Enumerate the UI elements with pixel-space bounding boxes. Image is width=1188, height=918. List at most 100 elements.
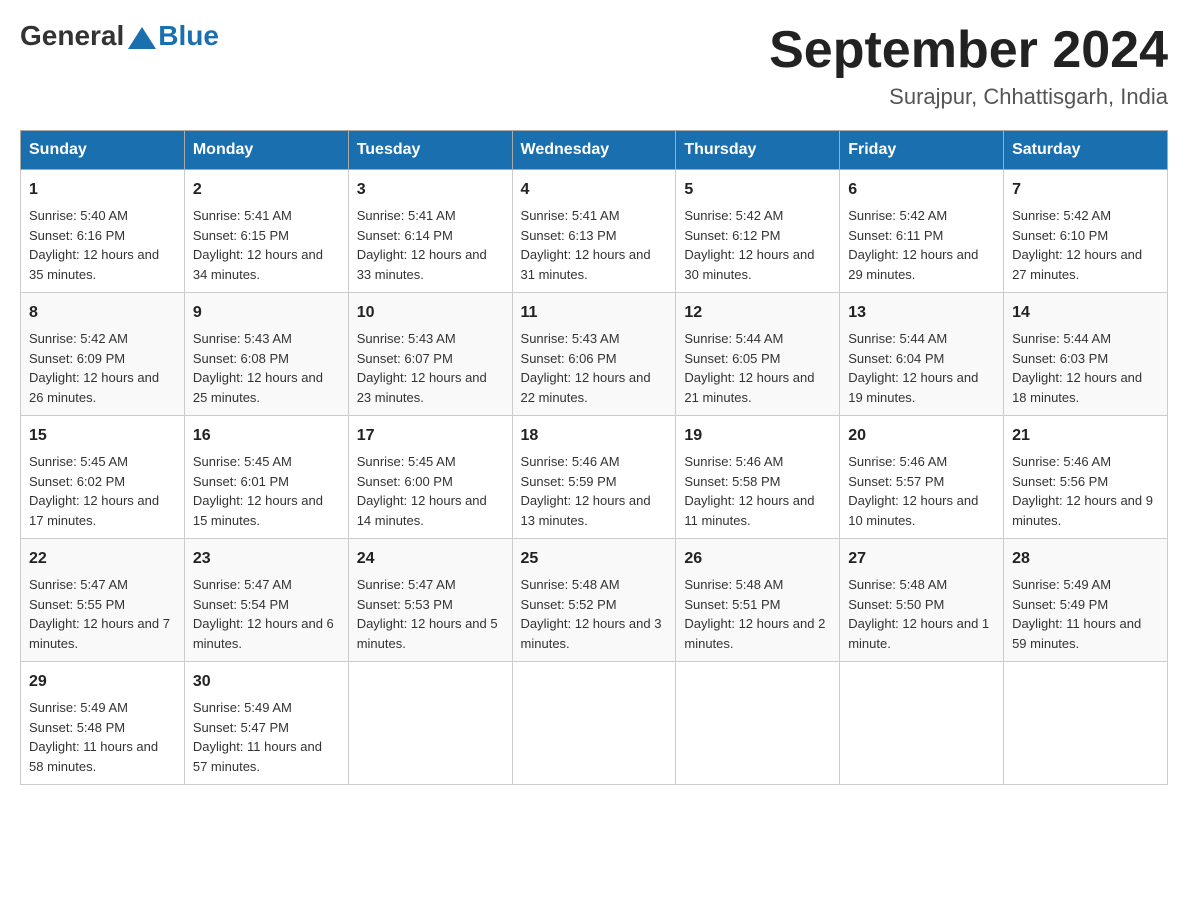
cell-sunrise: Sunrise: 5:45 AM bbox=[357, 454, 456, 469]
cell-daylight: Daylight: 11 hours and 59 minutes. bbox=[1012, 616, 1141, 651]
cell-sunrise: Sunrise: 5:42 AM bbox=[29, 331, 128, 346]
day-number: 8 bbox=[29, 301, 176, 325]
day-number: 25 bbox=[521, 547, 668, 571]
cell-daylight: Daylight: 12 hours and 11 minutes. bbox=[684, 493, 814, 528]
calendar-cell: 21 Sunrise: 5:46 AM Sunset: 5:56 PM Dayl… bbox=[1004, 416, 1168, 539]
calendar-cell: 20 Sunrise: 5:46 AM Sunset: 5:57 PM Dayl… bbox=[840, 416, 1004, 539]
cell-daylight: Daylight: 11 hours and 58 minutes. bbox=[29, 739, 158, 774]
cell-sunset: Sunset: 5:59 PM bbox=[521, 474, 617, 489]
cell-sunset: Sunset: 6:05 PM bbox=[684, 351, 780, 366]
cell-daylight: Daylight: 12 hours and 27 minutes. bbox=[1012, 247, 1142, 282]
calendar-cell bbox=[1004, 662, 1168, 785]
day-number: 24 bbox=[357, 547, 504, 571]
calendar-cell: 6 Sunrise: 5:42 AM Sunset: 6:11 PM Dayli… bbox=[840, 170, 1004, 293]
cell-daylight: Daylight: 12 hours and 29 minutes. bbox=[848, 247, 978, 282]
cell-daylight: Daylight: 12 hours and 14 minutes. bbox=[357, 493, 487, 528]
day-number: 10 bbox=[357, 301, 504, 325]
cell-sunset: Sunset: 5:50 PM bbox=[848, 597, 944, 612]
day-number: 1 bbox=[29, 178, 176, 202]
cell-sunrise: Sunrise: 5:44 AM bbox=[1012, 331, 1111, 346]
cell-daylight: Daylight: 12 hours and 13 minutes. bbox=[521, 493, 651, 528]
logo: General Blue bbox=[20, 20, 219, 52]
day-number: 19 bbox=[684, 424, 831, 448]
cell-sunset: Sunset: 5:58 PM bbox=[684, 474, 780, 489]
calendar-cell: 22 Sunrise: 5:47 AM Sunset: 5:55 PM Dayl… bbox=[21, 539, 185, 662]
cell-sunset: Sunset: 6:06 PM bbox=[521, 351, 617, 366]
day-number: 5 bbox=[684, 178, 831, 202]
day-number: 7 bbox=[1012, 178, 1159, 202]
calendar-cell bbox=[512, 662, 676, 785]
cell-sunset: Sunset: 5:51 PM bbox=[684, 597, 780, 612]
calendar-cell: 3 Sunrise: 5:41 AM Sunset: 6:14 PM Dayli… bbox=[348, 170, 512, 293]
calendar-cell: 29 Sunrise: 5:49 AM Sunset: 5:48 PM Dayl… bbox=[21, 662, 185, 785]
header-wednesday: Wednesday bbox=[512, 131, 676, 170]
cell-daylight: Daylight: 12 hours and 19 minutes. bbox=[848, 370, 978, 405]
cell-sunrise: Sunrise: 5:42 AM bbox=[684, 208, 783, 223]
cell-sunset: Sunset: 6:16 PM bbox=[29, 228, 125, 243]
cell-daylight: Daylight: 12 hours and 34 minutes. bbox=[193, 247, 323, 282]
cell-daylight: Daylight: 12 hours and 30 minutes. bbox=[684, 247, 814, 282]
cell-sunset: Sunset: 6:12 PM bbox=[684, 228, 780, 243]
day-number: 4 bbox=[521, 178, 668, 202]
cell-daylight: Daylight: 12 hours and 17 minutes. bbox=[29, 493, 159, 528]
calendar-cell: 25 Sunrise: 5:48 AM Sunset: 5:52 PM Dayl… bbox=[512, 539, 676, 662]
calendar-cell: 5 Sunrise: 5:42 AM Sunset: 6:12 PM Dayli… bbox=[676, 170, 840, 293]
page-header: General Blue September 2024 Surajpur, Ch… bbox=[20, 20, 1168, 110]
cell-sunrise: Sunrise: 5:49 AM bbox=[29, 700, 128, 715]
day-number: 28 bbox=[1012, 547, 1159, 571]
logo-triangle-icon bbox=[128, 27, 156, 49]
cell-daylight: Daylight: 12 hours and 22 minutes. bbox=[521, 370, 651, 405]
calendar-cell: 8 Sunrise: 5:42 AM Sunset: 6:09 PM Dayli… bbox=[21, 293, 185, 416]
cell-daylight: Daylight: 12 hours and 33 minutes. bbox=[357, 247, 487, 282]
calendar-cell: 28 Sunrise: 5:49 AM Sunset: 5:49 PM Dayl… bbox=[1004, 539, 1168, 662]
calendar-cell: 2 Sunrise: 5:41 AM Sunset: 6:15 PM Dayli… bbox=[184, 170, 348, 293]
cell-sunset: Sunset: 6:10 PM bbox=[1012, 228, 1108, 243]
cell-sunrise: Sunrise: 5:48 AM bbox=[684, 577, 783, 592]
day-number: 12 bbox=[684, 301, 831, 325]
logo-general-text: General bbox=[20, 20, 124, 52]
cell-daylight: Daylight: 12 hours and 10 minutes. bbox=[848, 493, 978, 528]
cell-sunrise: Sunrise: 5:41 AM bbox=[193, 208, 292, 223]
header-thursday: Thursday bbox=[676, 131, 840, 170]
calendar-cell: 13 Sunrise: 5:44 AM Sunset: 6:04 PM Dayl… bbox=[840, 293, 1004, 416]
cell-sunrise: Sunrise: 5:43 AM bbox=[521, 331, 620, 346]
cell-sunset: Sunset: 6:13 PM bbox=[521, 228, 617, 243]
cell-sunrise: Sunrise: 5:48 AM bbox=[521, 577, 620, 592]
cell-daylight: Daylight: 12 hours and 26 minutes. bbox=[29, 370, 159, 405]
cell-daylight: Daylight: 12 hours and 3 minutes. bbox=[521, 616, 662, 651]
day-number: 15 bbox=[29, 424, 176, 448]
cell-sunrise: Sunrise: 5:48 AM bbox=[848, 577, 947, 592]
day-number: 22 bbox=[29, 547, 176, 571]
cell-sunrise: Sunrise: 5:45 AM bbox=[193, 454, 292, 469]
cell-sunset: Sunset: 6:00 PM bbox=[357, 474, 453, 489]
cell-sunrise: Sunrise: 5:46 AM bbox=[1012, 454, 1111, 469]
cell-sunrise: Sunrise: 5:47 AM bbox=[29, 577, 128, 592]
cell-sunset: Sunset: 5:47 PM bbox=[193, 720, 289, 735]
cell-sunset: Sunset: 5:54 PM bbox=[193, 597, 289, 612]
header-monday: Monday bbox=[184, 131, 348, 170]
calendar-cell: 26 Sunrise: 5:48 AM Sunset: 5:51 PM Dayl… bbox=[676, 539, 840, 662]
day-number: 6 bbox=[848, 178, 995, 202]
cell-sunrise: Sunrise: 5:49 AM bbox=[1012, 577, 1111, 592]
day-number: 29 bbox=[29, 670, 176, 694]
cell-sunset: Sunset: 6:02 PM bbox=[29, 474, 125, 489]
cell-sunset: Sunset: 6:03 PM bbox=[1012, 351, 1108, 366]
calendar-cell: 19 Sunrise: 5:46 AM Sunset: 5:58 PM Dayl… bbox=[676, 416, 840, 539]
calendar-cell: 15 Sunrise: 5:45 AM Sunset: 6:02 PM Dayl… bbox=[21, 416, 185, 539]
cell-daylight: Daylight: 12 hours and 23 minutes. bbox=[357, 370, 487, 405]
calendar-table: Sunday Monday Tuesday Wednesday Thursday… bbox=[20, 130, 1168, 785]
cell-sunset: Sunset: 6:08 PM bbox=[193, 351, 289, 366]
calendar-cell: 1 Sunrise: 5:40 AM Sunset: 6:16 PM Dayli… bbox=[21, 170, 185, 293]
calendar-cell: 24 Sunrise: 5:47 AM Sunset: 5:53 PM Dayl… bbox=[348, 539, 512, 662]
cell-daylight: Daylight: 12 hours and 18 minutes. bbox=[1012, 370, 1142, 405]
cell-sunset: Sunset: 6:07 PM bbox=[357, 351, 453, 366]
cell-sunrise: Sunrise: 5:41 AM bbox=[521, 208, 620, 223]
cell-sunset: Sunset: 5:52 PM bbox=[521, 597, 617, 612]
calendar-cell: 7 Sunrise: 5:42 AM Sunset: 6:10 PM Dayli… bbox=[1004, 170, 1168, 293]
day-number: 30 bbox=[193, 670, 340, 694]
weekday-header-row: Sunday Monday Tuesday Wednesday Thursday… bbox=[21, 131, 1168, 170]
calendar-cell bbox=[840, 662, 1004, 785]
cell-sunset: Sunset: 5:56 PM bbox=[1012, 474, 1108, 489]
day-number: 18 bbox=[521, 424, 668, 448]
cell-sunrise: Sunrise: 5:41 AM bbox=[357, 208, 456, 223]
